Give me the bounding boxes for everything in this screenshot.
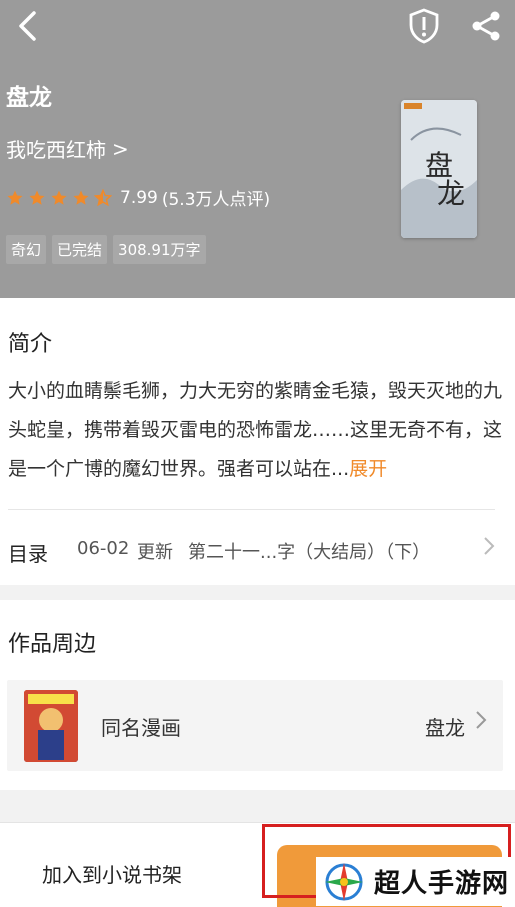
chevron-right-icon: >	[112, 136, 129, 161]
author-link[interactable]: 我吃西红柿 >	[6, 134, 129, 163]
star-icon	[51, 190, 67, 205]
peripheral-item-comic[interactable]: 同名漫画 盘龙	[7, 680, 503, 771]
shield-alert-icon[interactable]	[404, 6, 444, 46]
intro-title: 简介	[8, 332, 53, 357]
tag-status: 已完结	[52, 235, 108, 264]
rating-score: 7.99	[120, 187, 158, 208]
author-name: 我吃西红柿	[6, 138, 106, 162]
rating-count: (5.3万人点评)	[161, 190, 271, 210]
share-icon[interactable]	[466, 6, 506, 46]
watermark-text: 超人手游网	[374, 869, 510, 899]
tag-list: 奇幻 已完结 308.91万字	[6, 235, 206, 264]
star-half-icon	[94, 188, 112, 206]
chevron-right-icon	[475, 710, 487, 736]
toc-update-date: 06-02	[77, 538, 130, 559]
peripheral-item-value: 盘龙	[425, 716, 465, 740]
star-icon	[73, 190, 89, 205]
divider	[8, 509, 495, 510]
back-arrow-icon[interactable]	[10, 8, 44, 44]
book-header: 盘龙 我吃西红柿 > 7.99 (5.3万人点评) 奇幻 已完结 308.91万…	[0, 0, 515, 298]
tag-wordcount: 308.91万字	[113, 235, 206, 264]
svg-text:龙: 龙	[437, 177, 465, 210]
intro-body: 大小的血睛鬃毛狮，力大无穷的紫睛金毛猿，毁天灭地的九头蛇皇，携带着毁灭雷电的恐怖…	[8, 380, 503, 480]
chevron-right-icon[interactable]	[483, 536, 495, 562]
toc-update-label: 更新	[137, 542, 173, 563]
toc-label[interactable]: 目录	[8, 538, 48, 567]
book-cover[interactable]: 盘 龙	[401, 100, 477, 238]
book-title: 盘龙	[6, 85, 52, 111]
watermark-logo-icon	[325, 862, 363, 901]
peripheral-card: 作品周边 同名漫画 盘龙	[0, 600, 515, 790]
star-icon	[29, 190, 45, 205]
peripheral-title: 作品周边	[8, 632, 97, 657]
comic-thumbnail	[24, 690, 78, 762]
rating: 7.99 (5.3万人点评)	[6, 185, 270, 210]
watermark: 超人手游网	[316, 857, 515, 906]
add-to-shelf-button[interactable]: 加入到小说书架	[42, 859, 182, 888]
expand-link[interactable]: 展开	[349, 458, 387, 480]
intro-card: 简介 大小的血睛鬃毛狮，力大无穷的紫睛金毛猿，毁天灭地的九头蛇皇，携带着毁灭雷电…	[0, 298, 515, 585]
star-icon	[7, 190, 23, 205]
toc-latest-chapter[interactable]: 第二十一...字（大结局）（下）	[188, 538, 430, 564]
intro-text: 大小的血睛鬃毛狮，力大无穷的紫睛金毛猿，毁天灭地的九头蛇皇，携带着毁灭雷电的恐怖…	[8, 372, 502, 489]
tag-genre[interactable]: 奇幻	[6, 235, 47, 264]
peripheral-item-label: 同名漫画	[101, 716, 181, 740]
